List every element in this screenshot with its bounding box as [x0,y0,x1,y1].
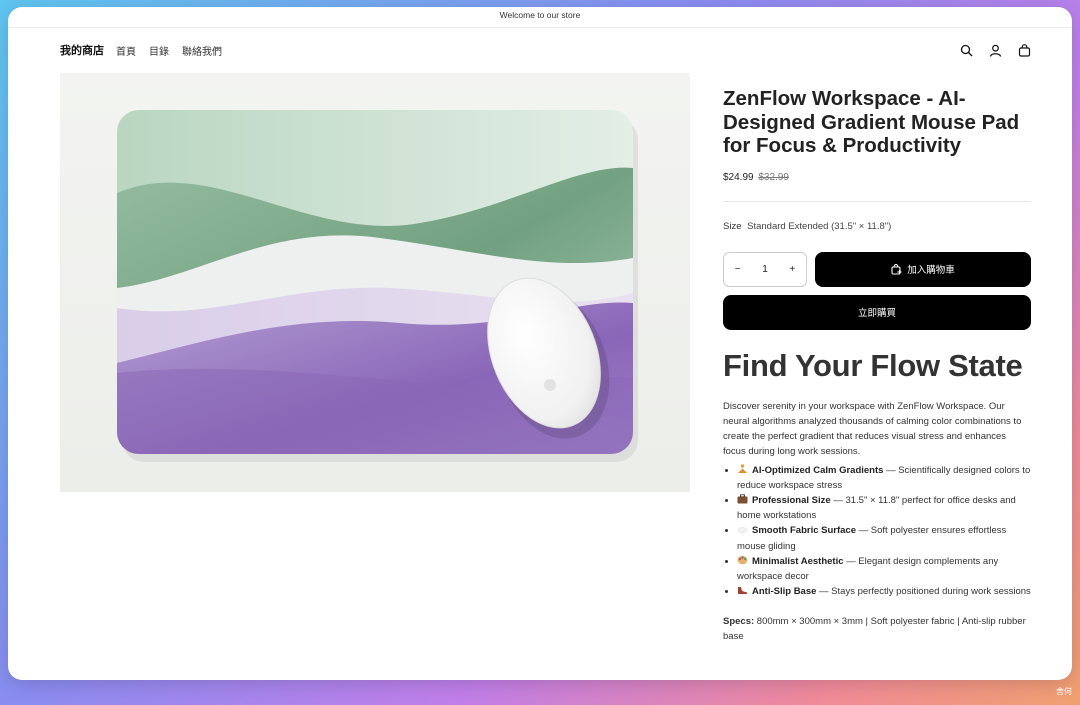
quantity-minus-button[interactable]: − [735,264,741,275]
account-icon[interactable] [987,42,1003,58]
feature-title: Smooth Fabric Surface [752,525,856,537]
header-icons [958,42,1032,58]
price-row: $24.99 $32.99 [723,172,1031,183]
buy-row: − 1 + 加入購物車 [723,251,1031,287]
list-item: AI-Optimized Calm Gradients — Scientific… [737,463,1031,493]
browser-window: Welcome to our store 我的商店 首頁 目錄 聯絡我們 Zen… [8,7,1072,680]
section-heading: Find Your Flow State [723,347,1023,383]
size-row: Size Standard Extended (31.5" × 11.8") [723,221,1031,232]
list-item: Professional Size — 31.5" × 11.8" perfec… [737,493,1031,523]
cloud-icon [737,524,749,534]
compare-price: $32.99 [758,171,789,183]
quantity-stepper: − 1 + [723,251,807,287]
add-to-cart-label: 加入購物車 [907,265,955,276]
briefcase-icon [737,494,749,504]
product-title: ZenFlow Workspace - AI-Designed Gradient… [723,87,1020,157]
corner-watermark: 舍何 [1056,687,1072,696]
shoe-icon [737,585,749,595]
mouse-pad-illustration [60,73,690,492]
size-label: Size [723,220,742,232]
main-nav: 首頁 目錄 聯絡我們 [116,43,222,58]
cart-icon[interactable] [1016,42,1032,58]
feature-title: Anti-Slip Base [752,586,817,598]
list-item: Anti-Slip Base — Stays perfectly positio… [737,584,1031,599]
buy-now-button[interactable]: 立即購買 [723,294,1031,330]
feature-text: — Stays perfectly positioned during work… [816,586,1031,598]
announcement-bar: Welcome to our store [8,7,1072,28]
quantity-plus-button[interactable]: + [789,264,795,275]
nav-item-home[interactable]: 首頁 [116,43,136,58]
size-value[interactable]: Standard Extended (31.5" × 11.8") [747,221,891,232]
feature-title: Professional Size [752,494,831,506]
site-header: 我的商店 首頁 目錄 聯絡我們 [8,28,1072,72]
specs-value: 800mm × 300mm × 3mm | Soft polyester fab… [723,616,1026,643]
palette-icon [737,555,749,565]
product-info: ZenFlow Workspace - AI-Designed Gradient… [723,87,1031,644]
store-logo[interactable]: 我的商店 [60,42,104,58]
cart-plus-icon [891,263,902,275]
sale-price: $24.99 [723,171,754,183]
add-to-cart-button[interactable]: 加入購物車 [815,251,1031,287]
specs-label: Specs: [723,616,755,628]
search-icon[interactable] [958,42,974,58]
product-description: Discover serenity in your workspace with… [723,400,1022,457]
quantity-value[interactable]: 1 [762,264,768,275]
list-item: Minimalist Aesthetic — Elegant design co… [737,554,1031,584]
product-image[interactable] [60,73,690,492]
meditation-icon [737,463,749,474]
feature-title: Minimalist Aesthetic [752,555,844,567]
nav-item-contact[interactable]: 聯絡我們 [182,43,222,58]
feature-title: AI-Optimized Calm Gradients [752,464,884,476]
feature-list: AI-Optimized Calm Gradients — Scientific… [723,463,1031,600]
divider [723,200,1031,202]
specs-text: Specs: 800mm × 300mm × 3mm | Soft polyes… [723,614,1031,644]
nav-item-catalog[interactable]: 目錄 [149,43,169,58]
list-item: Smooth Fabric Surface — Soft polyester e… [737,523,1031,553]
